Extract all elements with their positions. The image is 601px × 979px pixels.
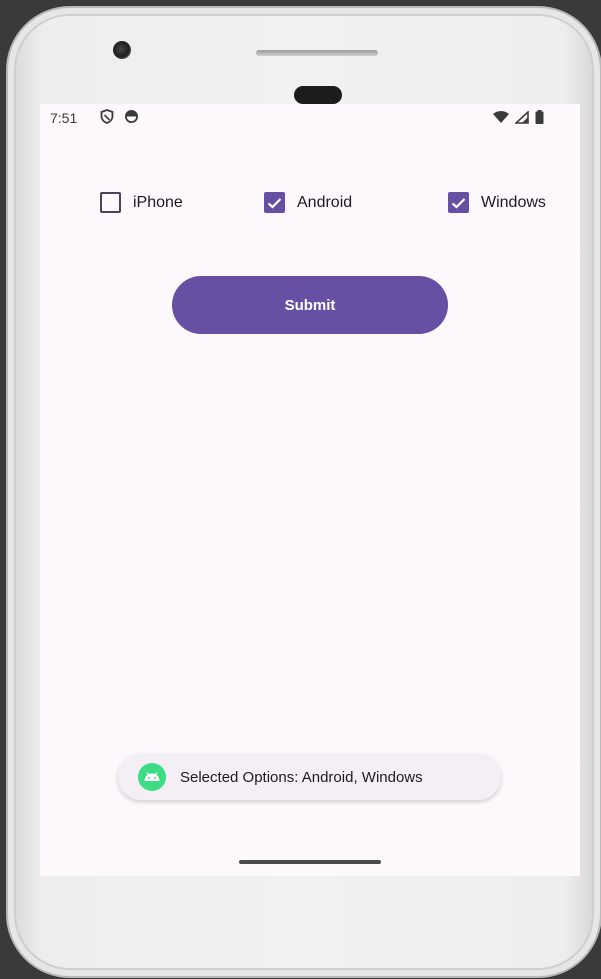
submit-button[interactable]: Submit: [172, 276, 448, 334]
data-saver-icon: [125, 110, 138, 123]
status-icons-right: [493, 110, 544, 124]
toast-text: Selected Options: Android, Windows: [180, 768, 423, 786]
checkbox-android-box[interactable]: [264, 192, 285, 213]
gesture-nav-bar[interactable]: [239, 860, 381, 864]
earpiece: [294, 86, 342, 104]
battery-icon: [535, 110, 544, 124]
status-time: 7:51: [50, 110, 78, 126]
status-icons-left: [100, 109, 139, 124]
status-bar: 7:51: [40, 104, 580, 132]
speaker-grill: [256, 50, 378, 56]
checkmark-icon: [451, 197, 466, 209]
checkbox-iphone-box[interactable]: [100, 192, 121, 213]
wifi-icon: [493, 111, 509, 123]
android-app-icon: [138, 763, 166, 791]
vpn-shield-icon: [100, 109, 114, 124]
app-screen: 7:51 iPhone Android Windows Submit Selec…: [40, 104, 580, 876]
toast-message: Selected Options: Android, Windows: [118, 754, 501, 800]
checkbox-android-label: Android: [297, 193, 353, 211]
checkbox-windows-label: Windows: [481, 193, 546, 211]
checkbox-windows-box[interactable]: [448, 192, 469, 213]
front-camera: [113, 41, 131, 59]
checkmark-icon: [267, 197, 282, 209]
checkbox-windows[interactable]: Windows: [448, 192, 546, 213]
checkbox-iphone-label: iPhone: [133, 193, 183, 211]
checkbox-android[interactable]: Android: [264, 192, 352, 213]
cell-signal-icon: [515, 110, 529, 124]
checkbox-iphone[interactable]: iPhone: [100, 192, 183, 213]
